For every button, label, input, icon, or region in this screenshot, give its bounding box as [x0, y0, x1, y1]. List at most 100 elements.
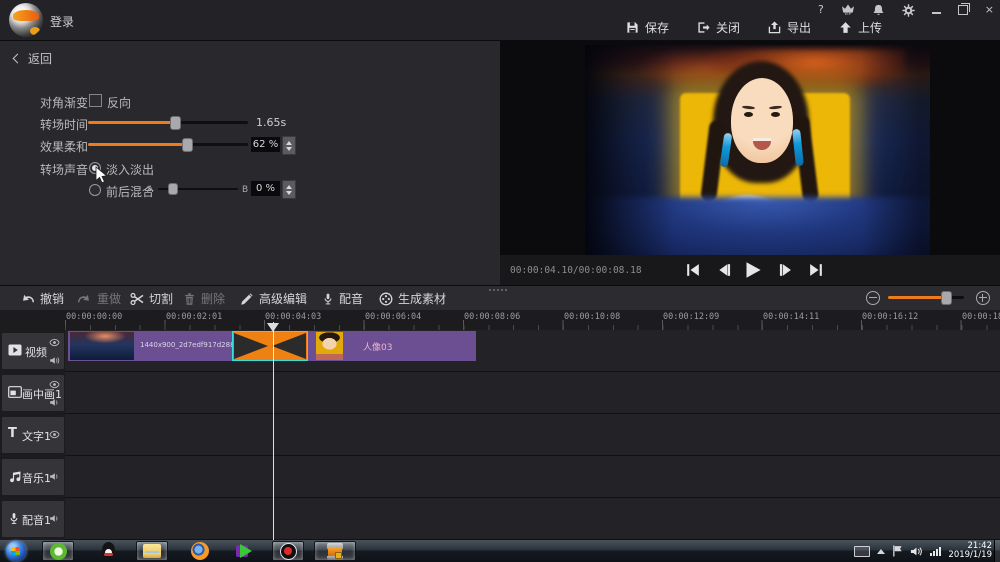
- ime-keyboard-icon[interactable]: [854, 546, 870, 557]
- vip-icon[interactable]: VIP: [841, 4, 855, 16]
- track-header-music[interactable]: 音乐1: [2, 459, 64, 495]
- splitter-handle[interactable]: [489, 289, 507, 291]
- track-header-overlay[interactable]: 画中画1: [2, 375, 64, 411]
- user-avatar[interactable]: [9, 3, 43, 37]
- timeline-zoom-knob[interactable]: [941, 291, 952, 305]
- next-frame-button[interactable]: [778, 263, 794, 277]
- music-note-icon: [8, 470, 22, 483]
- titlebar: 登录 ? VIP: [0, 0, 1000, 41]
- prev-frame-button[interactable]: [716, 263, 732, 277]
- track-header-title[interactable]: T 文字1: [2, 417, 64, 453]
- taskbar-firefox[interactable]: [184, 541, 216, 561]
- eye-icon[interactable]: [49, 430, 60, 439]
- volume-icon[interactable]: [910, 546, 923, 557]
- eye-icon[interactable]: [49, 380, 60, 389]
- edit-toolbar: 撤销 重做 切割 删除 高级编辑 配音 生成素材: [0, 285, 1000, 312]
- softness-slider-knob[interactable]: [182, 138, 193, 152]
- softness-value-field[interactable]: 62 %: [251, 137, 280, 152]
- player-icon: [236, 542, 254, 560]
- duration-slider-knob[interactable]: [170, 116, 181, 130]
- cut-button[interactable]: 切割: [130, 286, 173, 311]
- ruler-label: 00:00:08:06: [464, 312, 520, 322]
- help-icon[interactable]: ?: [818, 3, 824, 17]
- avatar-vip-badge: [30, 27, 40, 35]
- redo-button[interactable]: 重做: [77, 286, 121, 311]
- clip-2[interactable]: 人像03: [308, 331, 476, 361]
- taskbar-explorer[interactable]: [136, 541, 168, 561]
- mix-value-field[interactable]: 0 %: [251, 181, 280, 196]
- clip-2-thumbnail: [316, 332, 343, 360]
- start-button[interactable]: [6, 541, 26, 561]
- track-header-video[interactable]: 视频: [2, 333, 64, 369]
- advanced-edit-button[interactable]: 高级编辑: [240, 286, 307, 311]
- track-row-voice[interactable]: [65, 498, 1000, 540]
- playhead-marker[interactable]: [267, 323, 279, 332]
- file-actions: 保存 关闭 导出 上传: [626, 17, 882, 37]
- play-button[interactable]: [743, 261, 762, 279]
- preview-video[interactable]: [585, 45, 930, 257]
- generate-material-label: 生成素材: [398, 290, 446, 307]
- export-label: 导出: [787, 19, 811, 36]
- dub-label: 配音: [339, 290, 363, 307]
- notification-bell-icon[interactable]: [872, 4, 885, 17]
- mix-a-label: A: [147, 185, 153, 195]
- windows-logo-icon: [11, 547, 20, 555]
- network-signal-icon[interactable]: [930, 546, 941, 556]
- taskbar-clock[interactable]: 21:42 2019/1/19: [948, 542, 992, 560]
- restore-button[interactable]: [958, 5, 968, 15]
- track-row-overlay[interactable]: [65, 372, 1000, 414]
- taskbar-player[interactable]: [229, 541, 261, 561]
- reverse-checkbox[interactable]: [89, 94, 102, 107]
- track-header-voice[interactable]: 配音1: [2, 501, 64, 537]
- show-desktop-button[interactable]: [994, 540, 1000, 562]
- softness-label: 效果柔和: [40, 138, 88, 155]
- clip-1-label: 1440x900_2d7edf917d28899: [140, 341, 230, 349]
- skip-end-button[interactable]: [808, 263, 824, 277]
- speaker-icon[interactable]: [49, 398, 60, 407]
- taskbar-browser-360[interactable]: [42, 541, 74, 561]
- mix-slider[interactable]: [158, 188, 238, 190]
- save-button[interactable]: 保存: [626, 19, 669, 36]
- delete-button[interactable]: 删除: [183, 286, 225, 311]
- speaker-icon[interactable]: [49, 472, 60, 481]
- taskbar-qq[interactable]: [92, 541, 124, 561]
- timeline-zoom-slider[interactable]: [888, 296, 964, 299]
- close-project-button[interactable]: 关闭: [697, 19, 740, 36]
- login-button[interactable]: 登录: [50, 13, 74, 30]
- settings-gear-icon[interactable]: [902, 4, 915, 17]
- generate-material-button[interactable]: 生成素材: [379, 286, 446, 311]
- dub-button[interactable]: 配音: [322, 286, 363, 311]
- track-row-title[interactable]: [65, 414, 1000, 456]
- upload-button[interactable]: 上传: [839, 19, 882, 36]
- mix-slider-knob[interactable]: [168, 183, 178, 195]
- film-reel-icon: [379, 292, 393, 306]
- playhead-line[interactable]: [273, 322, 274, 540]
- speaker-icon[interactable]: [49, 356, 60, 365]
- zoom-out-button[interactable]: [866, 291, 880, 305]
- taskbar-video-editor[interactable]: [314, 541, 356, 561]
- action-center-flag-icon[interactable]: [892, 545, 903, 557]
- hidden-icons-arrow[interactable]: [877, 549, 885, 554]
- minimize-button[interactable]: [932, 12, 941, 14]
- back-button[interactable]: 返回: [14, 50, 52, 67]
- zoom-in-button[interactable]: [976, 291, 990, 305]
- clip-1[interactable]: 1440x900_2d7edf917d28899: [68, 331, 232, 361]
- skip-start-button[interactable]: [685, 263, 701, 277]
- export-button[interactable]: 导出: [768, 19, 811, 36]
- upload-icon: [839, 21, 852, 34]
- eye-icon[interactable]: [49, 338, 60, 347]
- scissors-icon: [130, 292, 144, 306]
- track-row-music[interactable]: [65, 456, 1000, 498]
- mix-radio[interactable]: [89, 184, 101, 196]
- transition-clip[interactable]: [232, 331, 308, 361]
- duration-slider[interactable]: [88, 121, 248, 124]
- undo-button[interactable]: 撤销: [20, 286, 64, 311]
- close-window-button[interactable]: ×: [985, 3, 994, 17]
- mix-spinner[interactable]: [282, 180, 296, 199]
- softness-slider[interactable]: [88, 143, 248, 146]
- softness-spinner[interactable]: [282, 136, 296, 155]
- taskbar-recorder[interactable]: [272, 541, 304, 561]
- speaker-icon[interactable]: [49, 514, 60, 523]
- ruler-label: 00:00:18:1: [962, 312, 1000, 322]
- exit-icon: [697, 21, 710, 34]
